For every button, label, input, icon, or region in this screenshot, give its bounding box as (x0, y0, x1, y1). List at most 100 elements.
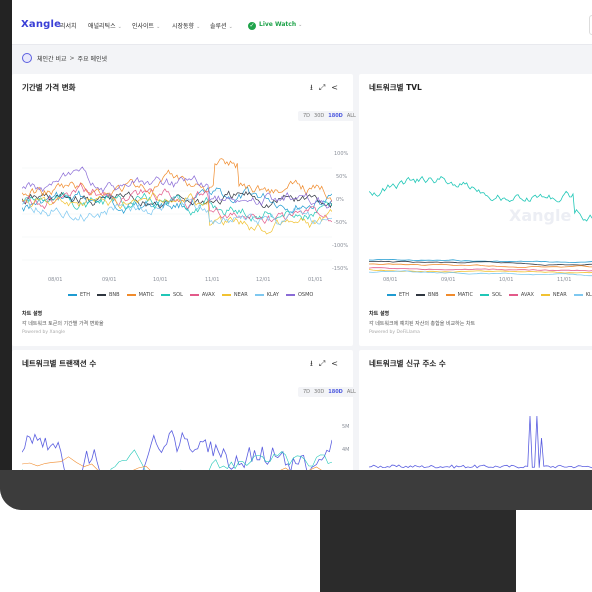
legend-item-bnb[interactable]: BNB (415, 292, 439, 298)
nav-item-market[interactable]: 시장동향 ⌄ (172, 21, 200, 30)
chart-legend: ETH BNB MATIC SOL AVAX NEAR KLAY (387, 292, 592, 298)
legend-item-near[interactable]: NEAR (221, 292, 248, 298)
screen: Xangle 리서치 애널리틱스 ⌄ 인사이트 ⌄ 시장동향 ⌄ 솔루션 ⌄ ✓ Live… (12, 0, 592, 470)
new-addresses-panel: 네트워크별 신규 주소 수 (359, 350, 592, 470)
download-icon[interactable]: ⭳ (310, 359, 313, 368)
nav-label: 애널리틱스 (88, 23, 116, 30)
legend-item-klay[interactable]: KLAY (254, 292, 279, 298)
x-tick: 09/01 (102, 277, 117, 283)
legend-item-avax[interactable]: AVAX (189, 292, 215, 298)
note-text: 각 네트워크에 예치된 자산의 총합을 비교하는 차트 (369, 321, 476, 327)
share-icon[interactable]: < (331, 83, 338, 92)
legend-label: MATIC (138, 292, 154, 298)
legend-label: ETH (399, 292, 409, 298)
legend-swatch (508, 294, 518, 296)
range-all[interactable]: ALL (347, 113, 356, 119)
x-tick: 01/01 (308, 277, 323, 283)
tx-series-secondary (22, 449, 332, 470)
transactions-panel: 네트워크별 트랜잭션 수 ⭳ ⤢ < 7D 30D 180D ALL 5M 4M (12, 350, 361, 470)
legend-item-osmo[interactable]: OSMO (285, 292, 313, 298)
legend-swatch (415, 294, 425, 296)
download-icon[interactable]: ⭳ (310, 83, 313, 92)
legend-label: SOL (491, 292, 502, 298)
top-navigation: Xangle 리서치 애널리틱스 ⌄ 인사이트 ⌄ 시장동향 ⌄ 솔루션 ⌄ ✓ Live… (12, 0, 592, 45)
share-icon[interactable]: < (331, 359, 338, 368)
nav-label: 솔루션 (210, 23, 227, 30)
new-addresses-chart (369, 415, 592, 469)
price-series-osmo (22, 166, 332, 209)
legend-item-eth[interactable]: ETH (68, 292, 90, 298)
range-180d[interactable]: 180D (328, 113, 343, 119)
legend-swatch (96, 294, 106, 296)
range-7d[interactable]: 7D (303, 389, 310, 395)
range-all[interactable]: ALL (347, 389, 356, 395)
expand-icon[interactable]: ⤢ (319, 359, 325, 368)
x-tick: 08/01 (383, 277, 398, 283)
x-tick: 10/01 (153, 277, 168, 283)
legend-item-matic[interactable]: MATIC (445, 292, 473, 298)
nav-item-insight[interactable]: 인사이트 ⌄ (132, 21, 160, 30)
legend-item-klay[interactable]: KLAY (573, 292, 592, 298)
note-title: 차트 설명 (369, 311, 390, 317)
legend-swatch (189, 294, 199, 296)
price-chart (22, 158, 332, 261)
legend-swatch (573, 294, 583, 296)
chevron-down-icon: ⌄ (228, 24, 233, 30)
y-tick: 50% (336, 174, 348, 180)
legend-swatch (221, 294, 231, 296)
tvl-panel: 네트워크별 TVL Xangle 08/01 09/01 10/01 11/01… (359, 74, 592, 346)
range-30d[interactable]: 30D (314, 389, 324, 395)
panel-title: 기간별 가격 변화 (22, 83, 76, 92)
x-tick: 08/01 (48, 277, 63, 283)
transactions-chart (22, 429, 332, 470)
legend-item-matic[interactable]: MATIC (126, 292, 154, 298)
legend-label: BNB (108, 292, 120, 298)
legend-label: MATIC (457, 292, 473, 298)
legend-swatch (126, 294, 136, 296)
expand-icon[interactable]: ⤢ (319, 83, 325, 92)
legend-swatch (285, 294, 295, 296)
legend-swatch (445, 294, 455, 296)
range-30d[interactable]: 30D (314, 113, 324, 119)
powered-by: Powered by Xangle (22, 330, 66, 335)
nav-label: 인사이트 (132, 23, 155, 30)
monitor-bezel (0, 470, 592, 510)
legend-swatch (387, 294, 396, 296)
breadcrumb-current: 주요 메인넷 (77, 55, 108, 63)
y-tick: 0% (336, 197, 344, 203)
nav-item-live-watch[interactable]: ✓ Live Watch ⌄ (248, 21, 302, 30)
legend-swatch (160, 294, 170, 296)
note-title: 차트 설명 (22, 311, 43, 317)
y-tick: 5M (342, 424, 350, 430)
breadcrumb-parent[interactable]: 체인간 비교 (37, 54, 67, 63)
range-7d[interactable]: 7D (303, 113, 310, 119)
y-tick: 100% (334, 151, 349, 157)
nav-item-analytics[interactable]: 애널리틱스 ⌄ (88, 21, 122, 30)
nav-item-research[interactable]: 리서치 (60, 21, 77, 30)
legend-swatch (254, 294, 264, 296)
x-tick: 10/01 (499, 277, 514, 283)
monitor-stand (320, 510, 516, 592)
chevron-down-icon: ⌄ (298, 22, 303, 28)
legend-label: AVAX (520, 292, 534, 298)
y-tick: -100% (332, 243, 349, 249)
panel-title: 네트워크별 신규 주소 수 (369, 359, 446, 368)
powered-by: Powered by DeFiLlama (369, 330, 420, 335)
legend-swatch (479, 294, 489, 296)
tvl-series-sol (369, 175, 592, 222)
legend-item-sol[interactable]: SOL (479, 292, 502, 298)
address-series-main (369, 415, 592, 469)
x-tick: 09/01 (441, 277, 456, 283)
panel-tools: ⭳ ⤢ < (304, 82, 338, 96)
range-selector: 7D 30D 180D ALL (298, 387, 361, 397)
legend-item-near[interactable]: NEAR (540, 292, 567, 298)
legend-item-eth[interactable]: ETH (387, 292, 409, 298)
chevron-down-icon: ⌄ (196, 24, 201, 30)
nav-item-solution[interactable]: 솔루션 ⌄ (210, 21, 233, 30)
legend-item-sol[interactable]: SOL (160, 292, 183, 298)
legend-label: SOL (172, 292, 183, 298)
xangle-logo[interactable]: Xangle (21, 19, 61, 30)
range-180d[interactable]: 180D (328, 389, 343, 395)
legend-item-bnb[interactable]: BNB (96, 292, 120, 298)
legend-item-avax[interactable]: AVAX (508, 292, 534, 298)
